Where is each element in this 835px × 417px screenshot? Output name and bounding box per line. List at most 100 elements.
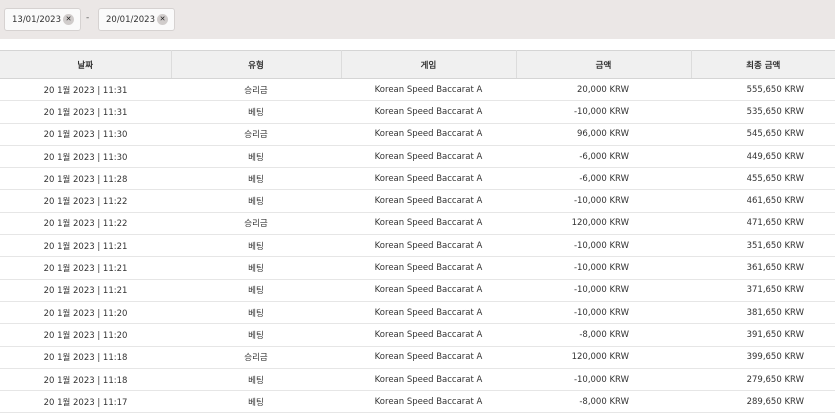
- cell-type: 베팅: [171, 301, 341, 325]
- column-header-type[interactable]: 유형: [171, 50, 342, 79]
- table-row: 20 1월 2023 | 11:28 베팅 Korean Speed Baccara…: [0, 167, 835, 191]
- cell-game: Korean Speed Baccarat A: [341, 212, 516, 236]
- cell-balance: 545,650 KRW: [691, 123, 835, 146]
- cell-game: Korean Speed Baccarat A: [341, 279, 516, 302]
- cell-balance: 371,650 KRW: [691, 279, 835, 302]
- cell-game: Korean Speed Baccarat A: [341, 368, 516, 392]
- cell-balance: 279,650 KRW: [691, 368, 835, 392]
- cell-balance: 399,650 KRW: [691, 346, 835, 369]
- cell-balance: 455,650 KRW: [691, 167, 835, 191]
- cell-date: 20 1월 2023 | 11:20: [0, 323, 171, 347]
- table-row: 20 1월 2023 | 11:17 베팅 Korean Speed Baccara…: [0, 390, 835, 414]
- cell-type: 베팅: [171, 189, 341, 213]
- cell-date: 20 1월 2023 | 11:22: [0, 189, 171, 213]
- table-body: 20 1월 2023 | 11:31 승리금 Korean Speed Baccar…: [0, 78, 835, 414]
- cell-amount: 120,000 KRW: [516, 346, 691, 369]
- cell-amount: -10,000 KRW: [516, 368, 691, 392]
- cell-type: 베팅: [171, 234, 341, 258]
- cell-game: Korean Speed Baccarat A: [341, 301, 516, 325]
- date-filter-bar: 13/01/2023 ✕ - 20/01/2023 ✕: [0, 0, 835, 39]
- table-row: 20 1월 2023 | 11:20 베팅 Korean Speed Baccara…: [0, 301, 835, 325]
- cell-balance: 471,650 KRW: [691, 212, 835, 236]
- cell-balance: 351,650 KRW: [691, 234, 835, 258]
- cell-game: Korean Speed Baccarat A: [341, 189, 516, 213]
- cell-type: 승리금: [171, 78, 341, 102]
- cell-game: Korean Speed Baccarat A: [341, 100, 516, 124]
- column-header-amount[interactable]: 금액: [516, 50, 692, 79]
- cell-date: 20 1월 2023 | 11:18: [0, 346, 171, 369]
- cell-amount: 96,000 KRW: [516, 123, 691, 146]
- table-row: 20 1월 2023 | 11:22 베팅 Korean Speed Baccara…: [0, 189, 835, 213]
- transaction-table: 날짜 유형 게임 금액 최종 금액 20 1월 2023 | 11:31 승리금 K…: [0, 50, 835, 414]
- cell-type: 베팅: [171, 145, 341, 169]
- cell-balance: 535,650 KRW: [691, 100, 835, 124]
- cell-date: 20 1월 2023 | 11:18: [0, 368, 171, 392]
- cell-date: 20 1월 2023 | 11:31: [0, 100, 171, 124]
- cell-game: Korean Speed Baccarat A: [341, 145, 516, 169]
- table-row: 20 1월 2023 | 11:20 베팅 Korean Speed Baccara…: [0, 323, 835, 347]
- cell-date: 20 1월 2023 | 11:20: [0, 301, 171, 325]
- cell-date: 20 1월 2023 | 11:21: [0, 279, 171, 302]
- cell-amount: -10,000 KRW: [516, 256, 691, 280]
- cell-date: 20 1월 2023 | 11:21: [0, 256, 171, 280]
- cell-amount: 120,000 KRW: [516, 212, 691, 236]
- date-to-value: 20/01/2023: [106, 14, 155, 25]
- cell-amount: -8,000 KRW: [516, 323, 691, 347]
- cell-amount: 20,000 KRW: [516, 78, 691, 102]
- cell-game: Korean Speed Baccarat A: [341, 123, 516, 146]
- cell-amount: -10,000 KRW: [516, 189, 691, 213]
- cell-game: Korean Speed Baccarat A: [341, 256, 516, 280]
- cell-amount: -6,000 KRW: [516, 145, 691, 169]
- date-to-field[interactable]: 20/01/2023 ✕: [98, 8, 175, 31]
- cell-date: 20 1월 2023 | 11:30: [0, 145, 171, 169]
- cell-date: 20 1월 2023 | 11:17: [0, 390, 171, 414]
- date-range-separator: -: [86, 13, 90, 23]
- date-from-field[interactable]: 13/01/2023 ✕: [4, 8, 81, 31]
- table-row: 20 1월 2023 | 11:21 베팅 Korean Speed Baccara…: [0, 234, 835, 258]
- cell-balance: 555,650 KRW: [691, 78, 835, 102]
- cell-balance: 289,650 KRW: [691, 390, 835, 414]
- cell-game: Korean Speed Baccarat A: [341, 390, 516, 414]
- cell-amount: -8,000 KRW: [516, 390, 691, 414]
- cell-type: 승리금: [171, 346, 341, 369]
- cell-balance: 449,650 KRW: [691, 145, 835, 169]
- cell-game: Korean Speed Baccarat A: [341, 346, 516, 369]
- cell-type: 베팅: [171, 279, 341, 302]
- cell-balance: 361,650 KRW: [691, 256, 835, 280]
- table-header-row: 날짜 유형 게임 금액 최종 금액: [0, 50, 835, 79]
- clear-date-to-icon[interactable]: ✕: [157, 14, 168, 25]
- table-row: 20 1월 2023 | 11:22 승리금 Korean Speed Baccar…: [0, 212, 835, 236]
- cell-game: Korean Speed Baccarat A: [341, 234, 516, 258]
- cell-amount: -10,000 KRW: [516, 301, 691, 325]
- table-row: 20 1월 2023 | 11:21 베팅 Korean Speed Baccara…: [0, 279, 835, 302]
- date-from-value: 13/01/2023: [12, 14, 61, 25]
- cell-game: Korean Speed Baccarat A: [341, 323, 516, 347]
- cell-date: 20 1월 2023 | 11:30: [0, 123, 171, 146]
- cell-amount: -10,000 KRW: [516, 100, 691, 124]
- table-row: 20 1월 2023 | 11:30 베팅 Korean Speed Baccara…: [0, 145, 835, 169]
- cell-type: 베팅: [171, 323, 341, 347]
- column-header-balance[interactable]: 최종 금액: [691, 50, 835, 79]
- table-row: 20 1월 2023 | 11:18 베팅 Korean Speed Baccara…: [0, 368, 835, 392]
- cell-type: 승리금: [171, 123, 341, 146]
- cell-date: 20 1월 2023 | 11:28: [0, 167, 171, 191]
- table-row: 20 1월 2023 | 11:21 베팅 Korean Speed Baccara…: [0, 256, 835, 280]
- table-row: 20 1월 2023 | 11:31 베팅 Korean Speed Baccara…: [0, 100, 835, 124]
- cell-balance: 461,650 KRW: [691, 189, 835, 213]
- cell-amount: -6,000 KRW: [516, 167, 691, 191]
- cell-type: 베팅: [171, 368, 341, 392]
- cell-date: 20 1월 2023 | 11:21: [0, 234, 171, 258]
- cell-balance: 391,650 KRW: [691, 323, 835, 347]
- cell-game: Korean Speed Baccarat A: [341, 78, 516, 102]
- cell-balance: 381,650 KRW: [691, 301, 835, 325]
- table-row: 20 1월 2023 | 11:31 승리금 Korean Speed Baccar…: [0, 78, 835, 102]
- cell-type: 승리금: [171, 212, 341, 236]
- column-header-date[interactable]: 날짜: [0, 50, 172, 79]
- cell-type: 베팅: [171, 167, 341, 191]
- column-header-game[interactable]: 게임: [341, 50, 517, 79]
- cell-amount: -10,000 KRW: [516, 234, 691, 258]
- table-row: 20 1월 2023 | 11:18 승리금 Korean Speed Baccar…: [0, 346, 835, 369]
- cell-amount: -10,000 KRW: [516, 279, 691, 302]
- clear-date-from-icon[interactable]: ✕: [63, 14, 74, 25]
- cell-type: 베팅: [171, 390, 341, 414]
